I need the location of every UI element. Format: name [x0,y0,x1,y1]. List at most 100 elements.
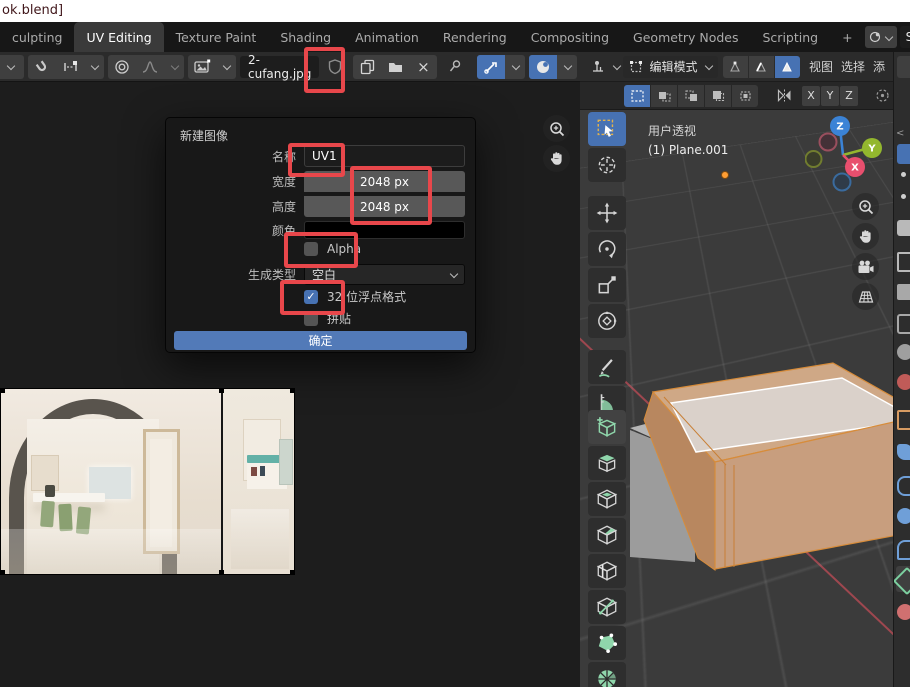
viewport-pan-hand-button[interactable] [852,223,879,250]
modifier-tab-icon[interactable] [897,444,910,460]
tool-knife-button[interactable] [588,590,626,624]
navigation-gizmo[interactable]: Z Y X [805,116,893,202]
viewport-menu-1[interactable]: 选择 [837,58,869,75]
chevron-down-icon[interactable] [171,63,178,70]
viewlayer-tab-icon[interactable] [897,314,910,334]
falloff-curve-icon[interactable] [136,55,164,79]
tool-move-button[interactable] [588,196,626,230]
tiled-checkbox[interactable] [304,312,318,326]
tool-add-cube-button[interactable] [588,410,626,444]
chevron-down-icon[interactable] [564,63,571,70]
particles-tab-icon[interactable] [897,476,910,496]
uv-zoom-button[interactable] [543,115,570,142]
uv-canvas[interactable]: 新建图像 名称 UV1 宽度 2048 px 高度 2048 px 颜色 Alp… [0,82,580,687]
output-tab-icon[interactable] [897,284,910,300]
mode-dropdown[interactable]: 编辑模式 [623,56,718,78]
uv-pan-hand-button[interactable] [543,145,570,172]
tool-select-box-button[interactable] [588,112,626,146]
name-input[interactable]: UV1 [304,145,465,167]
render-tab-icon[interactable] [897,252,910,272]
reference-image[interactable] [0,388,295,575]
viewport-menu-0[interactable]: 视图 [805,58,837,75]
workspace-tab--[interactable]: + [830,22,864,52]
tool-extrude-button[interactable] [588,446,626,480]
fake-user-shield-icon[interactable] [321,55,349,79]
select-subtract-mode-button[interactable] [678,85,704,107]
width-input[interactable]: 2048 px [304,171,465,192]
tool-rotate-button[interactable] [588,232,626,266]
tool-transform-button[interactable] [588,304,626,338]
select-box-mode-button[interactable] [624,85,650,107]
chevron-down-icon[interactable] [91,63,98,70]
tool-cursor-button[interactable] [588,148,626,182]
collapse-arrow[interactable]: < [896,128,904,139]
tool-spin-button[interactable] [588,662,626,687]
face-select-mode-button[interactable] [775,56,800,78]
edge-select-mode-button[interactable] [749,56,774,78]
workspace-tab-culpting[interactable]: culpting [0,22,74,52]
viewport-canvas[interactable]: 用户透视 (1) Plane.001 Z Y X [580,110,893,687]
viewport-menu-2[interactable]: 添 [869,58,889,75]
viewport-camera-button[interactable] [852,253,879,280]
image-name-field[interactable]: 2-cufang.jpg [240,56,319,78]
snap-target-icon[interactable] [56,55,84,79]
mirror-icon[interactable] [770,84,798,108]
axis-button-z[interactable]: Z [840,86,858,106]
workspace-tab-scripting[interactable]: Scripting [751,22,831,52]
new-image-copy-icon[interactable] [353,55,381,79]
tool-inset-button[interactable] [588,482,626,516]
transform-orientation-icon[interactable] [584,55,612,79]
world-tab-icon[interactable] [897,374,910,390]
vertex-select-mode-button[interactable] [723,56,748,78]
viewport-ortho-grid-button[interactable] [852,283,879,310]
material-tab-icon[interactable] [897,604,910,620]
overlay-sphere-icon[interactable] [529,55,557,79]
tool-poly-build-button[interactable] [588,626,626,660]
workspace-tab-texture-paint[interactable]: Texture Paint [164,22,269,52]
viewport-toolbar-row: XYZ 选项 [580,82,893,110]
ok-button[interactable]: 确定 [174,331,467,350]
workspace-tab-animation[interactable]: Animation [343,22,431,52]
sliver-header-button[interactable] [897,56,910,78]
tool-tab-icon[interactable] [897,220,910,236]
chevron-down-icon[interactable] [613,63,618,70]
select-difference-mode-button[interactable] [705,85,731,107]
color-swatch[interactable] [304,221,465,239]
alpha-checkbox[interactable] [304,242,318,256]
scene-name-field[interactable]: Scene [900,26,910,48]
image-datablock-selector[interactable] [188,55,236,79]
proportional-falloff-icon[interactable] [868,84,893,108]
tool-loop-cut-button[interactable] [588,554,626,588]
workspace-tab-compositing[interactable]: Compositing [519,22,621,52]
object-tab-icon[interactable] [897,410,910,430]
tool-scale-button[interactable] [588,268,626,302]
sliver-active-tab[interactable] [897,144,910,164]
scene-tab-icon[interactable] [897,344,910,360]
viewport-zoom-button[interactable] [852,193,879,220]
workspace-tab-shading[interactable]: Shading [268,22,343,52]
proportional-editing-icon[interactable] [108,55,136,79]
workspace-tab-rendering[interactable]: Rendering [431,22,519,52]
workspace-tab-geometry-nodes[interactable]: Geometry Nodes [621,22,750,52]
gizmo-toggle-icon[interactable] [477,55,505,79]
height-input[interactable]: 2048 px [304,196,465,217]
axis-button-y[interactable]: Y [821,86,839,106]
scene-icon-dropdown[interactable] [865,26,897,48]
pin-icon[interactable] [441,55,469,79]
chevron-down-icon[interactable] [512,63,519,70]
unlink-x-icon[interactable]: × [409,55,437,79]
physics-tab-icon[interactable] [897,508,910,524]
snap-magnet-icon[interactable] [28,55,56,79]
open-folder-icon[interactable] [381,55,409,79]
axis-button-x[interactable]: X [802,86,820,106]
tool-bevel-button[interactable] [588,518,626,552]
tool-annotate-button[interactable] [588,350,626,384]
constraints-tab-icon[interactable] [897,540,910,560]
float32-checkbox[interactable]: ✓ [304,290,318,304]
editor-type-dropdown[interactable] [0,55,24,79]
height-label: 高度 [166,198,304,215]
select-extend-mode-button[interactable] [651,85,677,107]
generated-type-dropdown[interactable]: 空白 [304,264,465,285]
workspace-tab-uv-editing[interactable]: UV Editing [74,22,163,52]
select-intersect-mode-button[interactable] [732,85,758,107]
